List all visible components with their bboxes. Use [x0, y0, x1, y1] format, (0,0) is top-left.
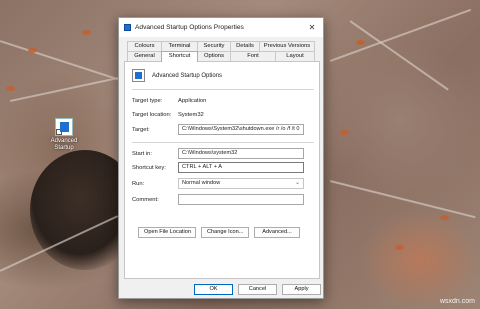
dialog-title: Advanced Startup Options Properties	[135, 24, 244, 31]
leaf	[28, 48, 37, 53]
target-location-label: Target location:	[132, 112, 172, 118]
shortcut-arrow-icon	[56, 129, 62, 135]
leaf	[356, 40, 365, 45]
run-select[interactable]: Normal window ⌄	[178, 178, 304, 189]
divider	[132, 89, 314, 90]
shortcut-app-icon	[55, 118, 73, 136]
target-type-value: Application	[178, 98, 207, 104]
tab-previous-versions[interactable]: Previous Versions	[259, 41, 315, 51]
tab-font[interactable]: Font	[230, 51, 276, 61]
run-row: Run: Normal window ⌄	[132, 178, 314, 189]
cancel-button[interactable]: Cancel	[238, 284, 277, 295]
comment-label: Comment:	[132, 196, 159, 203]
tab-row-top: Colours Terminal Security Details Previo…	[127, 41, 317, 51]
shortcut-key-row: Shortcut key: CTRL + ALT + A	[132, 162, 314, 173]
target-row: Target: C:\Windows\System32\shutdown.exe…	[132, 124, 314, 135]
branch	[349, 20, 449, 91]
open-file-location-button[interactable]: Open File Location	[138, 227, 196, 238]
shortcut-large-icon	[132, 69, 145, 82]
title-bar[interactable]: Advanced Startup Options Properties ✕	[119, 18, 323, 37]
comment-field[interactable]	[178, 194, 304, 205]
leaf	[340, 130, 349, 135]
shortcut-key-field[interactable]: CTRL + ALT + A	[178, 162, 304, 173]
apply-button[interactable]: Apply	[282, 284, 321, 295]
shortcut-actions: Open File Location Change Icon... Advanc…	[138, 227, 300, 238]
shortcut-panel: Advanced Startup Options Target type: Ap…	[124, 61, 320, 279]
start-in-label: Start in:	[132, 150, 152, 157]
target-field[interactable]: C:\Windows\System32\shutdown.exe /r /o /…	[178, 124, 304, 135]
start-in-row: Start in: C:\Windows\system32	[132, 148, 314, 159]
run-label: Run:	[132, 180, 145, 187]
desktop-shortcut-label: Advanced Startup	[50, 138, 78, 151]
shortcut-name: Advanced Startup Options	[152, 72, 223, 79]
comment-row: Comment:	[132, 194, 314, 205]
target-type-row: Target type: Application	[132, 98, 314, 104]
tab-security[interactable]: Security	[197, 41, 231, 51]
divider	[132, 142, 314, 143]
chevron-down-icon: ⌄	[294, 180, 300, 186]
tab-row-bottom: General Shortcut Options Font Layout	[127, 51, 317, 62]
ok-button[interactable]: OK	[194, 284, 233, 295]
tab-shortcut[interactable]: Shortcut	[161, 51, 198, 62]
tab-terminal[interactable]: Terminal	[161, 41, 198, 51]
leaf	[440, 215, 449, 220]
tab-general[interactable]: General	[127, 51, 162, 61]
target-label: Target:	[132, 126, 150, 133]
leaf	[82, 30, 91, 35]
start-in-field[interactable]: C:\Windows\system32	[178, 148, 304, 159]
close-icon[interactable]: ✕	[301, 23, 323, 32]
leaf	[395, 245, 404, 250]
tab-layout[interactable]: Layout	[275, 51, 315, 61]
change-icon-button[interactable]: Change Icon...	[201, 227, 249, 238]
branch	[9, 75, 128, 102]
desktop-shortcut[interactable]: Advanced Startup	[47, 118, 81, 152]
target-location-value: System32	[178, 112, 204, 118]
dialog-footer: OK Cancel Apply	[194, 284, 321, 295]
run-select-value: Normal window	[182, 180, 221, 186]
advanced-button[interactable]: Advanced...	[254, 227, 300, 238]
shortcut-key-label: Shortcut key:	[132, 164, 166, 171]
branch	[329, 180, 476, 219]
branch	[329, 8, 472, 62]
shortcut-header: Advanced Startup Options	[132, 69, 222, 82]
leaf	[6, 86, 15, 91]
watermark: wsxdn.com	[439, 298, 475, 305]
shortcut-app-icon	[124, 24, 131, 31]
tab-colours[interactable]: Colours	[127, 41, 162, 51]
properties-dialog: Advanced Startup Options Properties ✕ Co…	[118, 17, 324, 299]
tab-details[interactable]: Details	[230, 41, 260, 51]
target-type-label: Target type:	[132, 98, 163, 104]
target-location-row: Target location: System32	[132, 112, 314, 118]
tab-options[interactable]: Options	[197, 51, 231, 61]
